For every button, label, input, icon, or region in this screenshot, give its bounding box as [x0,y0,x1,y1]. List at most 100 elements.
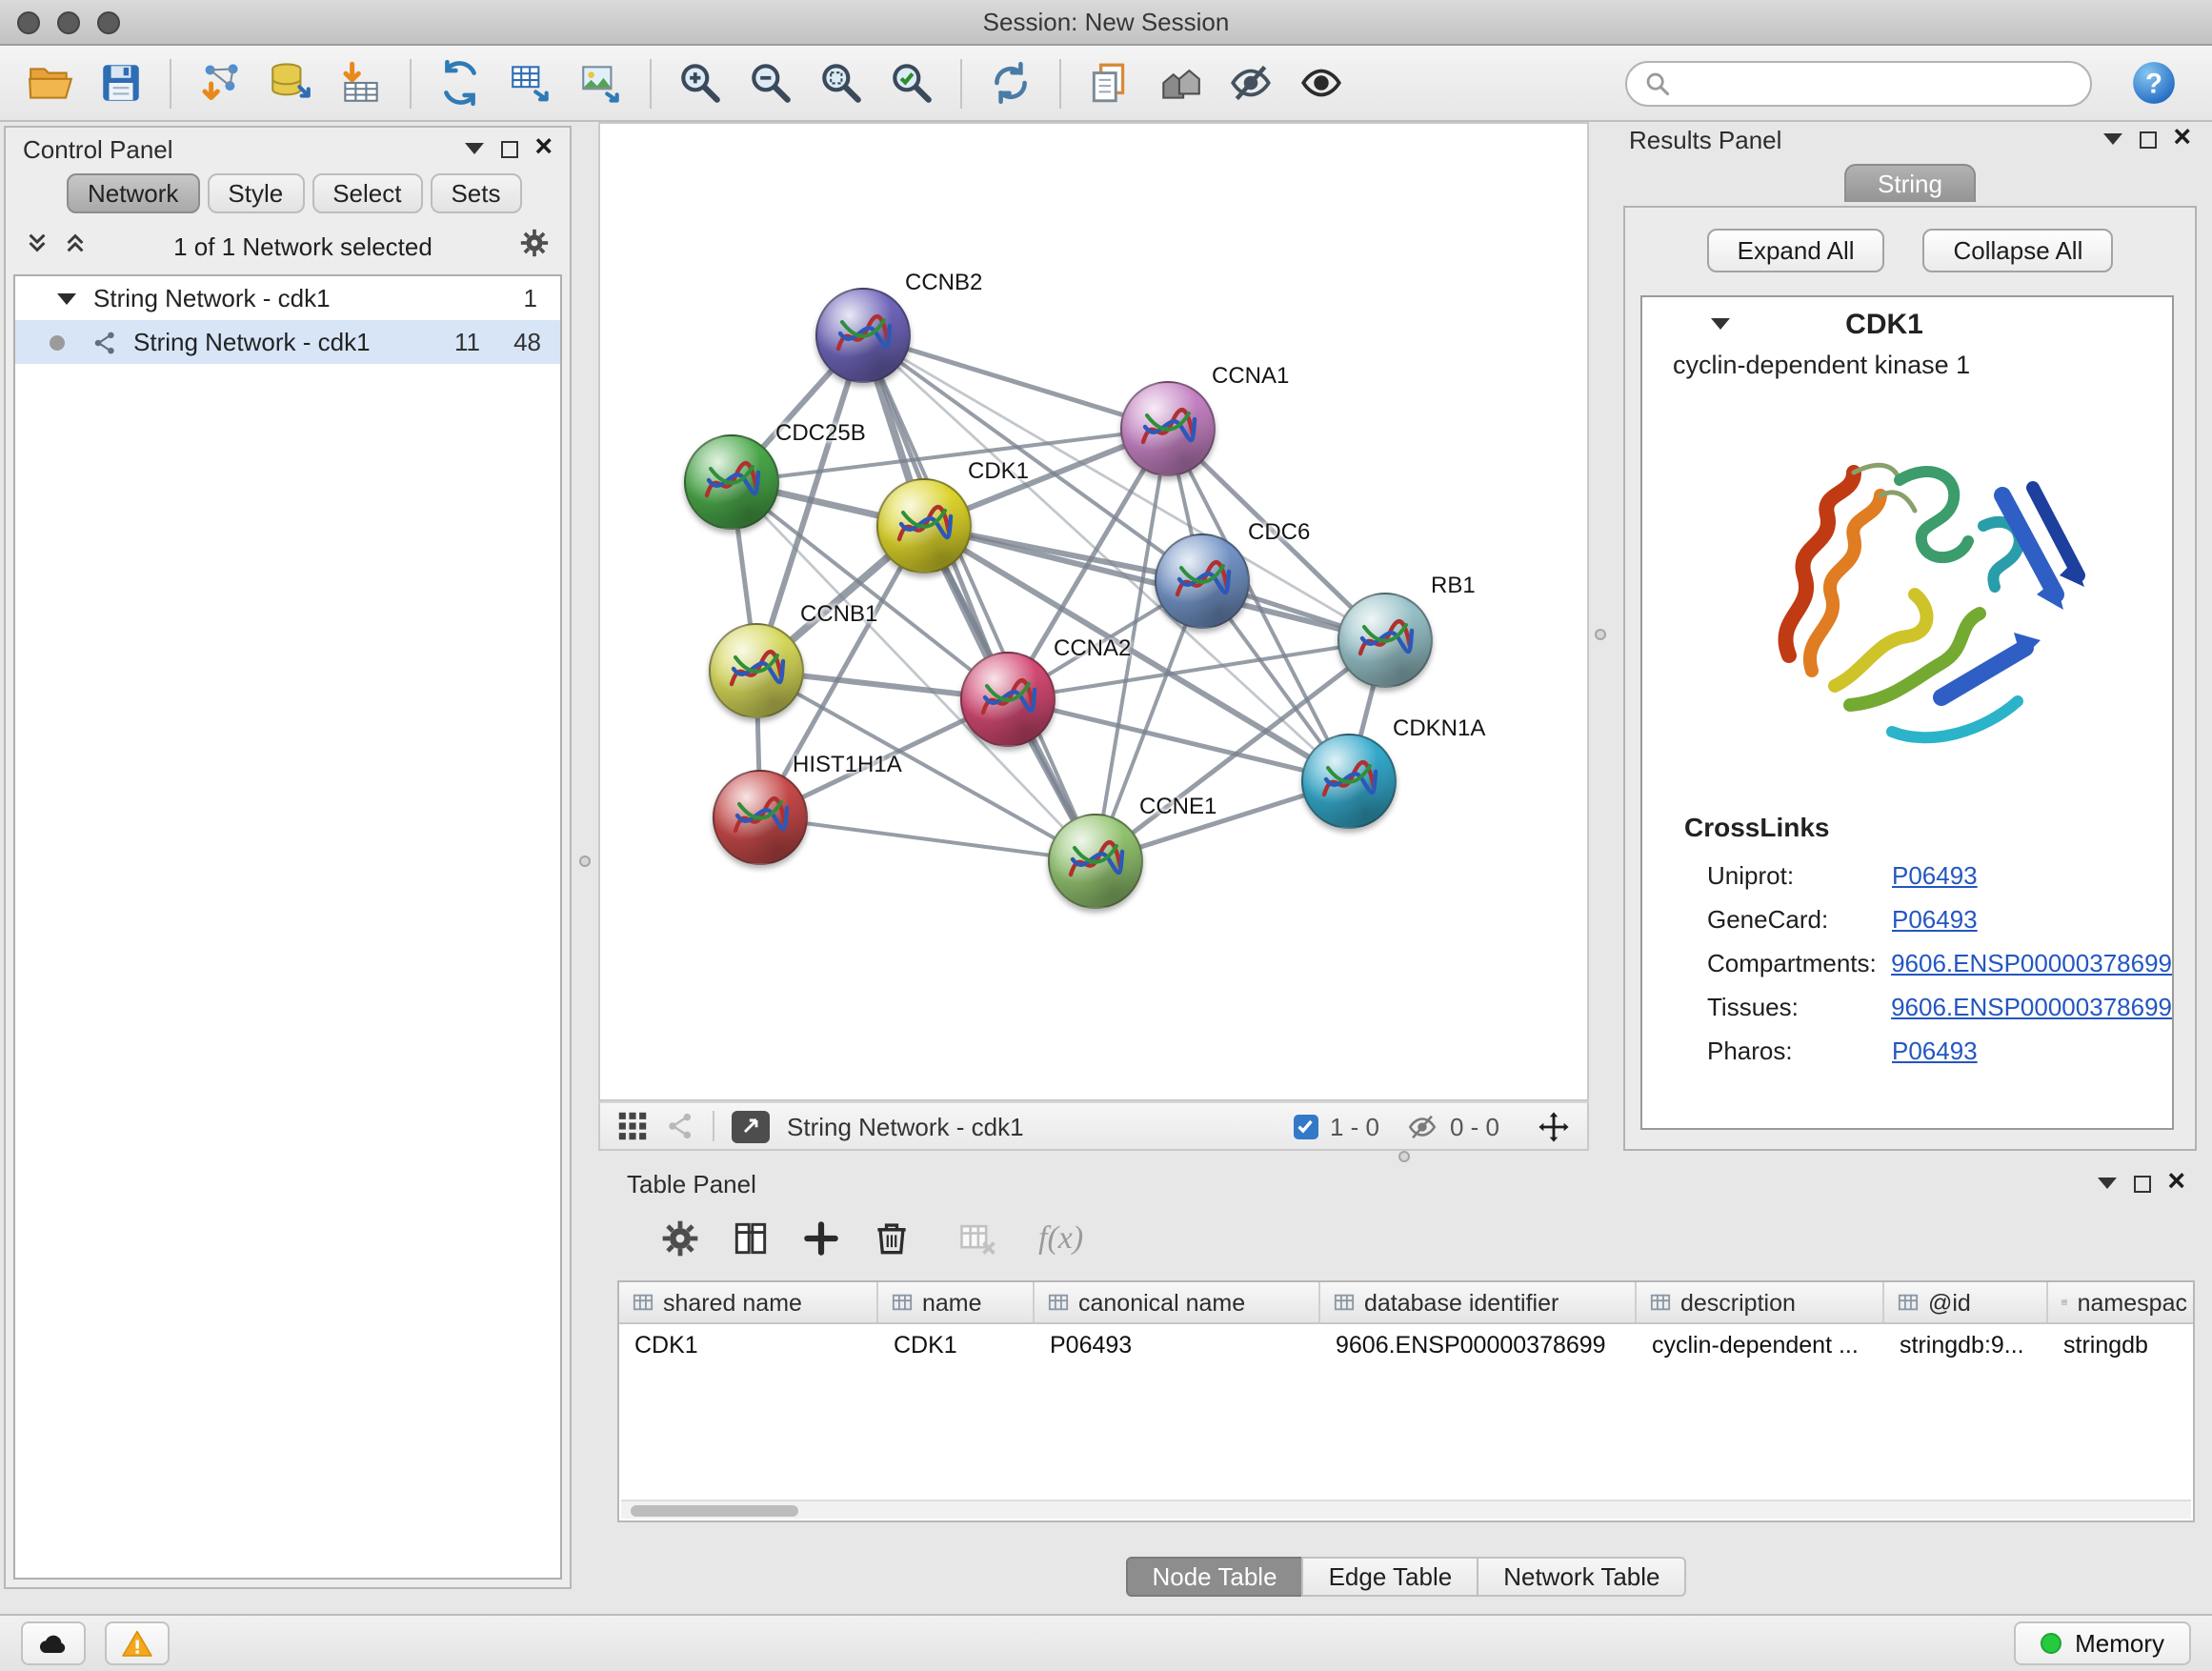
pan-crosshair-icon[interactable] [1538,1110,1570,1142]
column-header-database-identifier[interactable]: database identifier [1320,1282,1637,1322]
table-cell[interactable]: P06493 [1035,1331,1320,1358]
network-tools-icon[interactable] [429,51,492,114]
close-panel-icon[interactable]: × [2173,126,2191,152]
search-box[interactable] [1625,60,2092,106]
column-header-namespac[interactable]: namespac [2048,1282,2195,1322]
column-header-shared-name[interactable]: shared name [619,1282,878,1322]
network-node-ccna1[interactable] [1120,381,1216,476]
save-session-icon[interactable] [90,51,152,114]
home-icon[interactable] [1149,51,1212,114]
crosslink-link-tissues[interactable]: 9606.ENSP00000378699 [1891,993,2172,1021]
float-panel-icon[interactable] [2133,1175,2150,1192]
network-node-cdkn1a[interactable] [1301,734,1397,829]
zoom-out-icon[interactable] [739,51,802,114]
splitter-handle[interactable] [579,856,591,867]
column-header-description[interactable]: description [1637,1282,1884,1322]
tab-node-table[interactable]: Node Table [1125,1557,1303,1597]
table-settings-gear-icon[interactable] [659,1218,701,1259]
import-network-file-icon[interactable] [189,51,251,114]
table-cell[interactable]: cyclin-dependent ... [1637,1331,1884,1358]
network-table-icon[interactable] [499,51,562,114]
export-image-icon[interactable] [570,51,633,114]
network-node-ccne1[interactable] [1048,814,1143,909]
memory-button[interactable]: Memory [2014,1621,2191,1665]
splitter-handle[interactable] [1398,1151,1410,1162]
tab-string[interactable]: String [1843,164,1977,202]
network-edge[interactable] [760,817,1096,861]
network-edge[interactable] [863,335,1096,861]
zoom-selected-icon[interactable] [880,51,943,114]
network-node-ccna2[interactable] [960,652,1056,747]
crosslink-link-compartments[interactable]: 9606.ENSP00000378699 [1891,949,2172,977]
expand-all-button[interactable]: Expand All [1707,229,1885,272]
table-cell[interactable]: stringdb [2048,1331,2195,1358]
add-column-icon[interactable] [800,1218,842,1259]
cloud-icon[interactable] [21,1621,86,1665]
search-input[interactable] [1682,69,2073,97]
network-node-hist1h1a[interactable] [713,770,808,865]
crosslink-link-pharos[interactable]: P06493 [1892,1037,1978,1065]
grid-view-icon[interactable] [617,1111,648,1141]
show-columns-icon[interactable] [730,1218,772,1259]
expand-all-icon[interactable] [63,231,88,261]
network-node-cdc25b[interactable] [684,434,779,530]
network-node-cdc6[interactable] [1155,534,1250,629]
panel-menu-icon[interactable] [2097,1178,2116,1189]
clone-network-icon[interactable] [1078,51,1141,114]
tab-sets[interactable]: Sets [430,173,521,213]
network-node-cdk1[interactable] [876,478,972,574]
collection-expand-icon[interactable] [57,292,76,304]
collapse-all-icon[interactable] [25,231,50,261]
tab-edge-table[interactable]: Edge Table [1302,1557,1479,1597]
open-file-icon[interactable] [19,51,82,114]
help-icon[interactable]: ? [2122,51,2185,114]
hidden-eye-slash-icon[interactable] [1406,1110,1438,1142]
column-header-name[interactable]: name [878,1282,1035,1322]
network-node-ccnb1[interactable] [709,623,804,718]
tab-style[interactable]: Style [207,173,304,213]
scrollbar-thumb[interactable] [631,1504,798,1516]
table-cell[interactable]: 9606.ENSP00000378699 [1320,1331,1637,1358]
refresh-layout-icon[interactable] [979,51,1042,114]
table-cell[interactable]: CDK1 [619,1331,878,1358]
zoom-fit-icon[interactable] [810,51,873,114]
network-row[interactable]: String Network - cdk1 11 48 [15,320,560,364]
float-panel-icon[interactable] [500,140,517,157]
zoom-in-icon[interactable] [669,51,732,114]
column-header--id[interactable]: @id [1884,1282,2048,1322]
tab-network[interactable]: Network [67,173,199,213]
network-node-ccnb2[interactable] [815,288,911,383]
network-overview-icon[interactable] [665,1111,695,1141]
show-all-icon[interactable] [1290,51,1353,114]
table-cell[interactable]: CDK1 [878,1331,1035,1358]
crosslink-row: Tissues:9606.ENSP00000378699 [1642,985,2172,1029]
network-view-canvas[interactable]: CCNB2CCNA1CDC25BCDK1CDC6RB1CCNB1CCNA2CDK… [598,122,1589,1101]
close-panel-icon[interactable]: × [2167,1170,2185,1197]
close-panel-icon[interactable]: × [534,135,553,162]
tab-network-table[interactable]: Network Table [1477,1557,1686,1597]
network-node-rb1[interactable] [1337,593,1433,688]
splitter-handle[interactable] [1595,629,1606,640]
panel-menu-icon[interactable] [464,143,483,154]
delete-column-trash-icon[interactable] [871,1218,913,1259]
table-row[interactable]: CDK1CDK1P064939606.ENSP00000378699cyclin… [619,1324,2193,1364]
table-cell[interactable]: stringdb:9... [1884,1331,2048,1358]
birdseye-view-icon[interactable] [732,1110,770,1142]
float-panel-icon[interactable] [2139,131,2156,148]
network-collection-row[interactable]: String Network - cdk1 1 [15,276,560,320]
collapse-all-button[interactable]: Collapse All [1923,229,2114,272]
selected-checkbox-icon[interactable] [1294,1114,1318,1138]
warning-icon[interactable] [105,1621,170,1665]
import-table-file-icon[interactable] [330,51,392,114]
horizontal-scrollbar[interactable] [621,1500,2191,1519]
hide-selected-icon[interactable] [1219,51,1282,114]
gear-icon[interactable] [518,227,551,265]
collapse-gene-icon[interactable] [1711,318,1730,330]
import-network-database-icon[interactable] [259,51,322,114]
crosslink-link-genecard[interactable]: P06493 [1892,905,1978,934]
crosslink-link-uniprot[interactable]: P06493 [1892,861,1978,890]
gene-description: cyclin-dependent kinase 1 [1642,351,2172,396]
tab-select[interactable]: Select [312,173,422,213]
column-header-canonical-name[interactable]: canonical name [1035,1282,1320,1322]
panel-menu-icon[interactable] [2102,133,2122,145]
